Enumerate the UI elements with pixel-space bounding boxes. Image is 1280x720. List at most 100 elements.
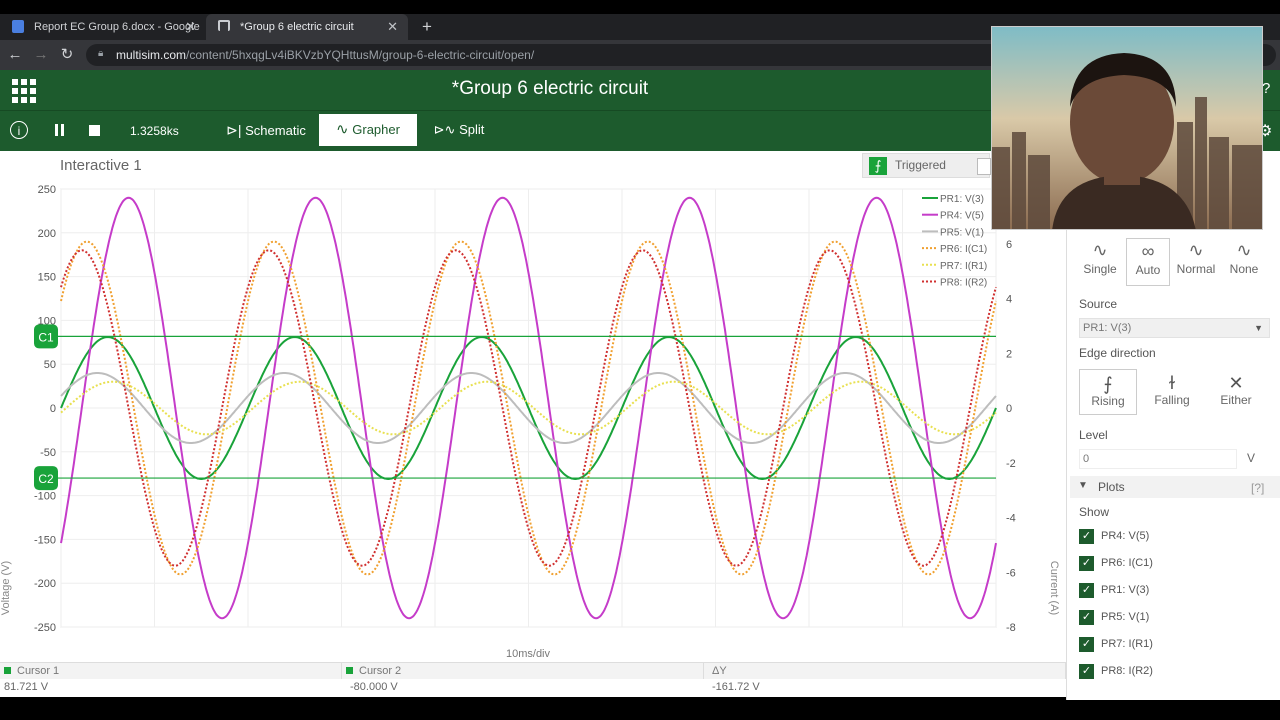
back-icon[interactable]: ← [4, 44, 26, 66]
auto-mode-icon: ∞ [1141, 241, 1155, 261]
cursor2-header[interactable]: Cursor 2 [342, 663, 704, 679]
rising-edge-icon: ⨍ [1103, 374, 1113, 394]
y-axis-label-left: Voltage (V) [0, 561, 12, 615]
source-label: Source [1079, 297, 1118, 311]
checkbox-checked-icon[interactable]: ✓ [1079, 637, 1094, 652]
pause-icon[interactable] [54, 124, 66, 137]
panel-title: Interactive 1 [60, 157, 142, 174]
triggered-toggle[interactable]: ⨍ Triggered [862, 153, 991, 178]
mode-auto[interactable]: ∞ Auto [1126, 238, 1170, 286]
delta-header-label: ΔY [712, 665, 727, 677]
new-tab-button[interactable]: + [416, 14, 438, 40]
plot-item-label: PR4: V(5) [1101, 530, 1150, 542]
tab-schematic[interactable]: ⊳| Schematic [214, 114, 318, 146]
tab-grapher-label: Grapher [352, 122, 400, 137]
edge-rising-label: Rising [1091, 394, 1125, 408]
level-unit: V [1247, 451, 1256, 465]
webcam-overlay [991, 26, 1263, 230]
lock-icon: 🔒︎ [98, 48, 104, 59]
cursor-handle-label: C2 [38, 472, 54, 486]
legend-label: PR4: V(5) [940, 211, 984, 222]
y-tick-label-right: -8 [1006, 622, 1016, 634]
help-icon[interactable]: ? [1262, 80, 1270, 97]
checkbox-checked-icon[interactable]: ✓ [1079, 583, 1094, 598]
cursor2-header-label: Cursor 2 [359, 665, 402, 677]
checkbox-checked-icon[interactable]: ✓ [1079, 529, 1094, 544]
checkbox-checked-icon[interactable]: ✓ [1079, 610, 1094, 625]
y-tick-label-right: -4 [1006, 513, 1016, 525]
cursor2-value: -80.000 V [350, 681, 398, 693]
edge-falling-label: Falling [1154, 393, 1190, 407]
legend-label: PR6: I(C1) [940, 244, 987, 255]
docs-icon [12, 20, 24, 33]
plot-item-label: PR6: I(C1) [1101, 557, 1153, 569]
none-mode-icon: ∿ [1236, 240, 1252, 260]
either-edge-icon: ✕ [1228, 373, 1244, 393]
edge-either[interactable]: ✕ Either [1207, 369, 1265, 415]
legend-label: PR5: V(1) [940, 227, 984, 238]
chevron-down-icon: ▼ [1254, 323, 1263, 333]
triggered-label: Triggered [895, 158, 946, 172]
cursor1-header[interactable]: Cursor 1 [0, 663, 342, 679]
y-tick-label-right: -2 [1006, 458, 1016, 470]
browser-tab-title: Report EC Group 6.docx - Google [34, 21, 200, 33]
trigger-icon: ⨍ [869, 157, 887, 175]
mode-auto-label: Auto [1135, 263, 1161, 277]
y-tick-label-right: 0 [1006, 403, 1012, 415]
trigger-side-panel [1066, 151, 1280, 700]
legend-label: PR1: V(3) [940, 194, 984, 205]
triggered-checkbox[interactable] [977, 158, 991, 175]
forward-icon[interactable]: → [30, 44, 52, 66]
chart-cursors: C1 C2 [34, 324, 996, 491]
y-tick-label-left: 150 [38, 272, 56, 284]
close-tab-icon[interactable]: ✕ [387, 14, 398, 40]
mode-single-label: Single [1083, 262, 1117, 276]
close-tab-icon[interactable]: ✕ [185, 14, 196, 40]
browser-tab-title: *Group 6 electric circuit [240, 21, 354, 33]
tab-grapher[interactable]: ∿ Grapher [319, 114, 417, 146]
page-title: *Group 6 electric circuit [451, 78, 649, 99]
plot-item-label: PR5: V(1) [1101, 611, 1150, 623]
tab-split[interactable]: ⊳∿ Split [424, 114, 494, 146]
mode-normal-label: Normal [1176, 262, 1216, 276]
y-tick-label-right: 2 [1006, 348, 1012, 360]
info-icon[interactable]: i [10, 121, 28, 139]
y-tick-label-right: -6 [1006, 567, 1016, 579]
browser-tab-multisim[interactable]: *Group 6 electric circuit ✕ [206, 14, 408, 40]
level-input[interactable]: 0 [1079, 449, 1237, 469]
falling-edge-icon: ɫ [1169, 373, 1175, 393]
cursor1-header-label: Cursor 1 [17, 665, 60, 677]
plot-item-label: PR1: V(3) [1101, 584, 1150, 596]
split-icon: ⊳∿ [433, 122, 456, 137]
grapher-icon: ∿ [336, 121, 349, 138]
level-label: Level [1079, 428, 1108, 442]
browser-tab-report[interactable]: Report EC Group 6.docx - Google ✕ [0, 14, 206, 40]
edge-falling[interactable]: ɫ Falling [1143, 369, 1201, 415]
y-tick-label-left: 50 [44, 359, 56, 371]
mode-normal[interactable]: ∿ Normal [1174, 238, 1218, 286]
url-domain: multisim.com [116, 48, 187, 62]
source-select[interactable]: PR1: V(3) ▼ [1079, 318, 1270, 338]
y-tick-label-left: 0 [50, 403, 56, 415]
checkbox-checked-icon[interactable]: ✓ [1079, 664, 1094, 679]
mode-single[interactable]: ∿ Single [1078, 238, 1122, 286]
cursor2-swatch [346, 667, 353, 674]
y-tick-label-right: 6 [1006, 239, 1012, 251]
y-tick-label-left: -250 [34, 622, 56, 634]
y-tick-label-left: 200 [38, 228, 56, 240]
collapse-caret-icon[interactable]: ▼ [1078, 480, 1088, 491]
chart-legend: PR1: V(3) PR4: V(5) PR5: V(1) PR6: I(C1) PR7… [922, 194, 987, 289]
plots-help-link[interactable]: [?] [1251, 481, 1264, 495]
edge-rising[interactable]: ⨍ Rising [1079, 369, 1137, 415]
mode-none[interactable]: ∿ None [1222, 238, 1266, 286]
url-text: multisim.com/content/5hxqgLv4iBKVzbYQHtt… [116, 44, 534, 66]
reload-icon[interactable]: ↻ [56, 44, 78, 66]
oscilloscope-chart[interactable]: 250200150100500-50-100-150-200-2506420-2… [0, 180, 1066, 662]
simulation-time: 1.3258ks [130, 124, 179, 138]
y-tick-label-left: 250 [38, 184, 56, 196]
checkbox-checked-icon[interactable]: ✓ [1079, 556, 1094, 571]
y-tick-label-right: 4 [1006, 294, 1012, 306]
plots-label: Plots [1098, 480, 1125, 494]
delta-value: -161.72 V [712, 681, 760, 693]
stop-icon[interactable] [89, 125, 100, 136]
